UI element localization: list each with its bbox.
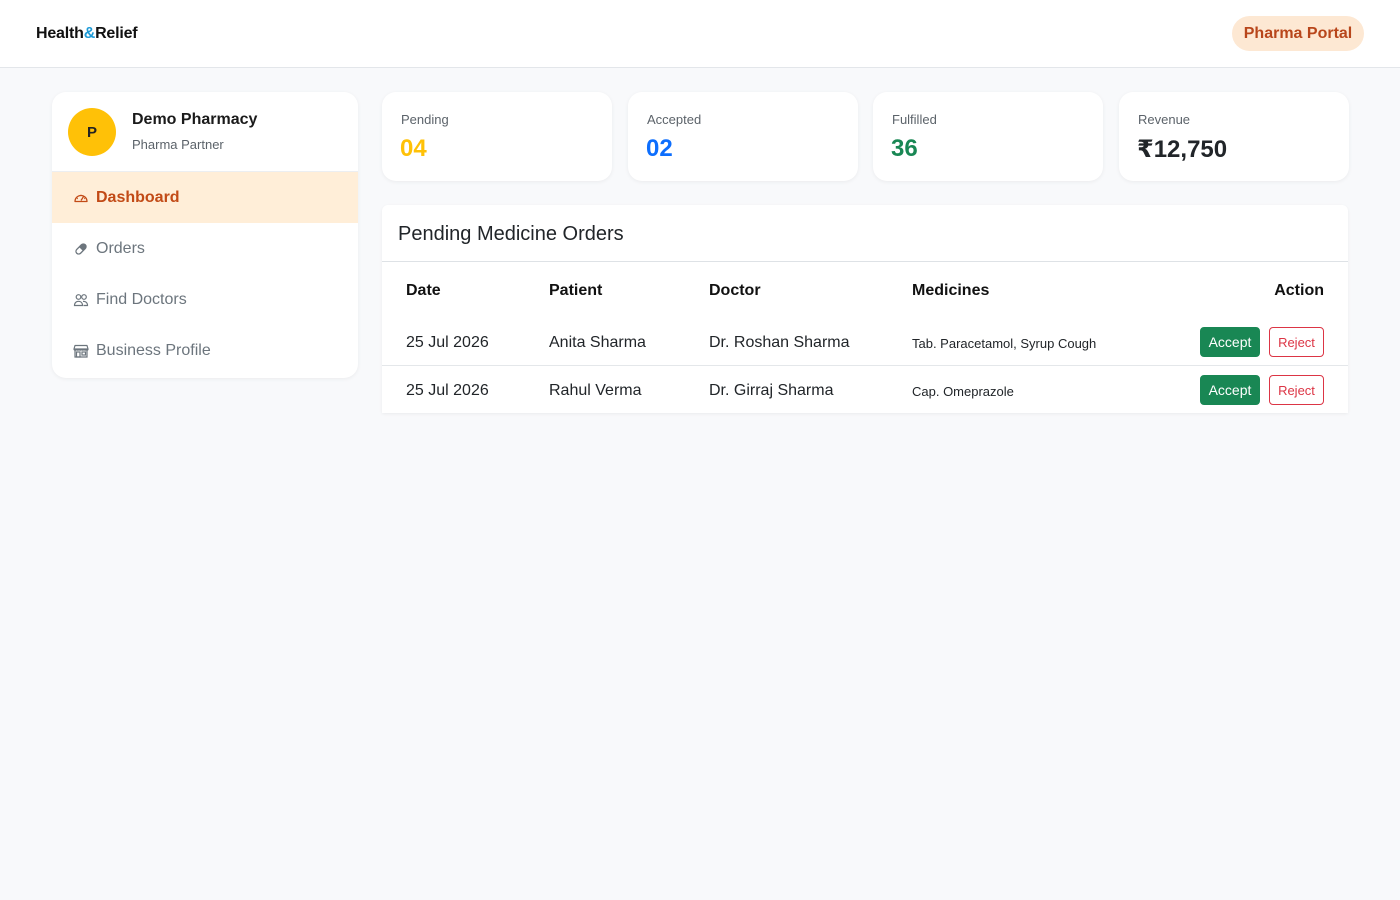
cell-medicines: Tab. Paracetamol, Syrup Cough bbox=[912, 336, 1097, 351]
cell-date: 25 Jul 2026 bbox=[406, 334, 489, 351]
stat-value: 04 bbox=[400, 135, 427, 162]
pending-orders-card: Pending Medicine Orders Date Patient Doc… bbox=[382, 205, 1348, 413]
cell-doctor: Dr. Girraj Sharma bbox=[709, 382, 834, 399]
avatar: P bbox=[68, 108, 116, 156]
cell-patient: Anita Sharma bbox=[549, 334, 646, 351]
column-header-patient: Patient bbox=[549, 282, 603, 299]
stat-card-revenue: Revenue ₹12,750 bbox=[1119, 92, 1349, 181]
sidebar-item-label: Find Doctors bbox=[96, 290, 187, 308]
brand-logo[interactable]: Health&Relief bbox=[36, 25, 138, 43]
orders-title: Pending Medicine Orders bbox=[398, 223, 624, 245]
brand-text-amp: & bbox=[83, 25, 96, 42]
stat-card-fulfilled: Fulfilled 36 bbox=[873, 92, 1103, 181]
stat-card-pending: Pending 04 bbox=[382, 92, 612, 181]
reject-button[interactable]: Reject bbox=[1269, 327, 1324, 357]
column-header-doctor: Doctor bbox=[709, 282, 761, 299]
sidebar-item-label: Orders bbox=[96, 239, 145, 257]
stat-value: 02 bbox=[646, 135, 673, 162]
sidebar-item-find-doctors[interactable]: Find Doctors bbox=[52, 274, 358, 325]
stat-value: 36 bbox=[891, 135, 918, 162]
sidebar-item-label: Business Profile bbox=[96, 341, 211, 359]
stat-value: ₹12,750 bbox=[1137, 136, 1228, 163]
column-header-date: Date bbox=[406, 282, 441, 299]
shop-icon bbox=[72, 342, 90, 360]
capsule-icon bbox=[72, 240, 90, 258]
stat-card-accepted: Accepted 02 bbox=[628, 92, 858, 181]
stat-label: Pending bbox=[401, 112, 449, 127]
accept-button[interactable]: Accept bbox=[1200, 375, 1260, 405]
sidebar-item-orders[interactable]: Orders bbox=[52, 223, 358, 274]
cell-medicines: Cap. Omeprazole bbox=[912, 384, 1014, 399]
cell-date: 25 Jul 2026 bbox=[406, 382, 489, 399]
accept-button[interactable]: Accept bbox=[1200, 327, 1260, 357]
profile-role: Pharma Partner bbox=[132, 137, 224, 152]
sidebar-item-label: Dashboard bbox=[96, 188, 180, 206]
stat-label: Accepted bbox=[647, 112, 702, 127]
cell-patient: Rahul Verma bbox=[549, 382, 642, 399]
portal-badge: Pharma Portal bbox=[1232, 16, 1364, 51]
profile-summary: P Demo Pharmacy Pharma Partner bbox=[52, 92, 358, 172]
column-header-medicines: Medicines bbox=[912, 282, 990, 299]
sidebar: P Demo Pharmacy Pharma Partner Dashboard bbox=[52, 92, 358, 378]
people-icon bbox=[72, 291, 90, 309]
divider bbox=[382, 261, 1348, 262]
brand-text-health: Health bbox=[36, 25, 84, 42]
column-header-action: Action bbox=[1274, 282, 1324, 299]
row-divider bbox=[382, 365, 1348, 366]
reject-button[interactable]: Reject bbox=[1269, 375, 1324, 405]
profile-name: Demo Pharmacy bbox=[132, 111, 258, 128]
sidebar-item-dashboard[interactable]: Dashboard bbox=[52, 172, 358, 223]
stat-label: Fulfilled bbox=[892, 112, 937, 127]
brand-text-relief: Relief bbox=[95, 25, 138, 42]
speedometer-icon bbox=[72, 189, 90, 207]
sidebar-item-business-profile[interactable]: Business Profile bbox=[52, 325, 358, 376]
stat-label: Revenue bbox=[1138, 112, 1191, 127]
cell-doctor: Dr. Roshan Sharma bbox=[709, 334, 850, 351]
top-navbar: Health&Relief Pharma Portal bbox=[0, 0, 1400, 68]
